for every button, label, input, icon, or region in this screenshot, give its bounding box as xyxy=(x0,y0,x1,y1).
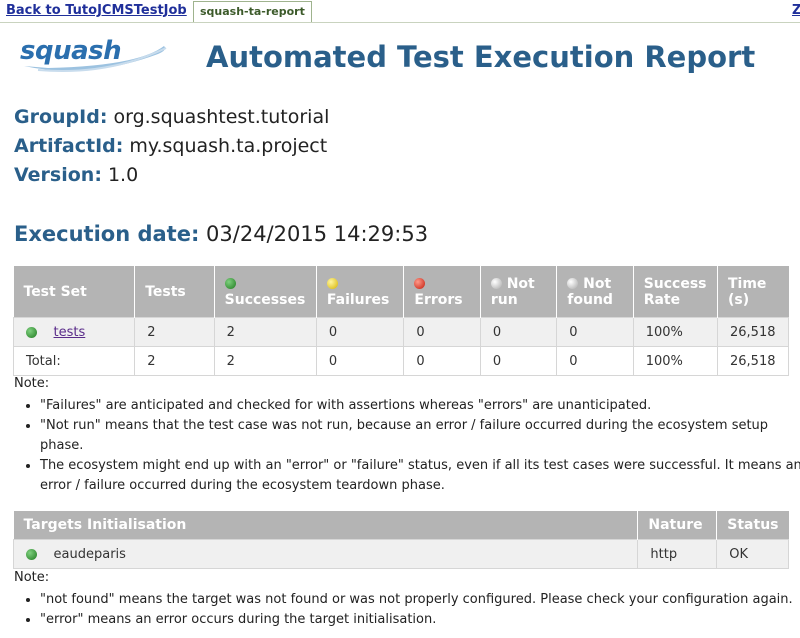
execution-date-value: 03/24/2015 14:29:53 xyxy=(206,222,429,246)
header-targets-initialisation: Targets Initialisation xyxy=(13,511,639,540)
artifact-id-line: ArtifactId: my.squash.ta.project xyxy=(14,135,327,157)
list-item: "not found" means the target was not fou… xyxy=(40,590,800,610)
cell-target-status: OK xyxy=(716,539,789,569)
status-success-icon xyxy=(26,548,37,560)
list-item: "Not run" means that the test case was n… xyxy=(40,416,800,456)
header-successes: Successes xyxy=(214,266,317,318)
header-errors-label: Errors xyxy=(414,291,463,308)
list-item: The ecosystem might end up with an "erro… xyxy=(40,456,800,496)
header-time: Time (s) xyxy=(717,266,789,318)
total-errors: 0 xyxy=(403,346,481,376)
list-item: "error" means an error occurs during the… xyxy=(40,610,800,630)
artifact-id-key: ArtifactId: xyxy=(14,135,124,157)
back-link[interactable]: Back to TutoJCMSTestJob xyxy=(6,3,187,18)
table-total-row: Total: 2 2 0 0 0 0 100% 26,518 xyxy=(12,346,789,376)
total-not-found: 0 xyxy=(556,346,634,376)
notes-list: "Failures" are anticipated and checked f… xyxy=(0,396,800,496)
logo-text: squash xyxy=(20,36,122,66)
targets-table: Targets Initialisation Nature Status eau… xyxy=(12,511,789,569)
header-status: Status xyxy=(716,511,789,540)
target-name: eaudeparis xyxy=(53,546,126,562)
total-time: 26,518 xyxy=(717,346,789,376)
header-not-run: Not run xyxy=(480,266,558,318)
note-label: Note: xyxy=(14,570,50,585)
cell-not-run: 0 xyxy=(479,317,558,347)
total-success-rate: 100% xyxy=(632,346,719,376)
success-icon xyxy=(224,278,236,289)
total-label: Total: xyxy=(12,346,136,376)
cell-failures: 0 xyxy=(315,317,405,347)
execution-date-key: Execution date: xyxy=(14,222,200,246)
execution-date-line: Execution date: 03/24/2015 14:29:53 xyxy=(14,222,428,246)
squash-logo: squash xyxy=(18,36,168,76)
not-found-icon xyxy=(567,278,579,289)
targets-header-row: Targets Initialisation Nature Status xyxy=(13,511,789,540)
header-tests: Tests xyxy=(134,266,215,318)
not-run-icon xyxy=(490,278,502,289)
tab-squash-ta-report[interactable]: squash-ta-report xyxy=(193,1,312,22)
version-value: 1.0 xyxy=(107,164,139,186)
cell-success-rate: 100% xyxy=(632,317,719,347)
test-set-link[interactable]: tests xyxy=(54,325,86,340)
total-successes: 2 xyxy=(213,346,317,376)
cell-successes: 2 xyxy=(213,317,317,347)
table-row: eaudeparis http OK xyxy=(12,539,789,569)
list-item: "Failures" are anticipated and checked f… xyxy=(40,396,800,416)
total-failures: 0 xyxy=(315,346,405,376)
cell-target-nature: http xyxy=(637,539,718,569)
total-tests: 2 xyxy=(134,346,215,376)
page-title: Automated Test Execution Report xyxy=(206,40,756,74)
group-id-key: GroupId: xyxy=(14,106,108,128)
note-label: Note: xyxy=(14,376,50,391)
header-failures: Failures xyxy=(316,266,405,318)
artifact-id-value: my.squash.ta.project xyxy=(129,135,328,157)
results-header-row: Test Set Tests Successes Failures Errors… xyxy=(13,266,789,318)
group-id-value: org.squashtest.tutorial xyxy=(113,106,330,128)
failure-icon xyxy=(326,278,338,289)
total-not-run: 0 xyxy=(479,346,558,376)
table-row: tests 2 2 0 0 0 0 100% 26,518 xyxy=(12,317,789,347)
cell-tests: 2 xyxy=(134,317,215,347)
header-not-found: Not found xyxy=(556,266,634,318)
cell-errors: 0 xyxy=(403,317,481,347)
cell-target-name: eaudeparis xyxy=(12,539,639,569)
status-success-icon xyxy=(26,326,37,338)
header-nature: Nature xyxy=(637,511,718,540)
cell-not-found: 0 xyxy=(556,317,634,347)
error-icon xyxy=(414,278,426,289)
tab-overflow-link[interactable]: Z xyxy=(792,3,800,18)
cell-test-set: tests xyxy=(12,317,136,347)
header-test-set: Test Set xyxy=(13,266,136,318)
header-success-rate: Success Rate xyxy=(633,266,719,318)
header-successes-label: Successes xyxy=(224,291,306,308)
version-line: Version: 1.0 xyxy=(14,164,138,186)
results-table: Test Set Tests Successes Failures Errors… xyxy=(12,266,789,376)
cell-time: 26,518 xyxy=(717,317,789,347)
version-key: Version: xyxy=(14,164,102,186)
header-failures-label: Failures xyxy=(326,291,390,308)
group-id-line: GroupId: org.squashtest.tutorial xyxy=(14,106,329,128)
notes-list: "not found" means the target was not fou… xyxy=(0,590,800,630)
header-errors: Errors xyxy=(403,266,481,318)
tab-bar: Back to TutoJCMSTestJob squash-ta-report… xyxy=(0,0,800,23)
